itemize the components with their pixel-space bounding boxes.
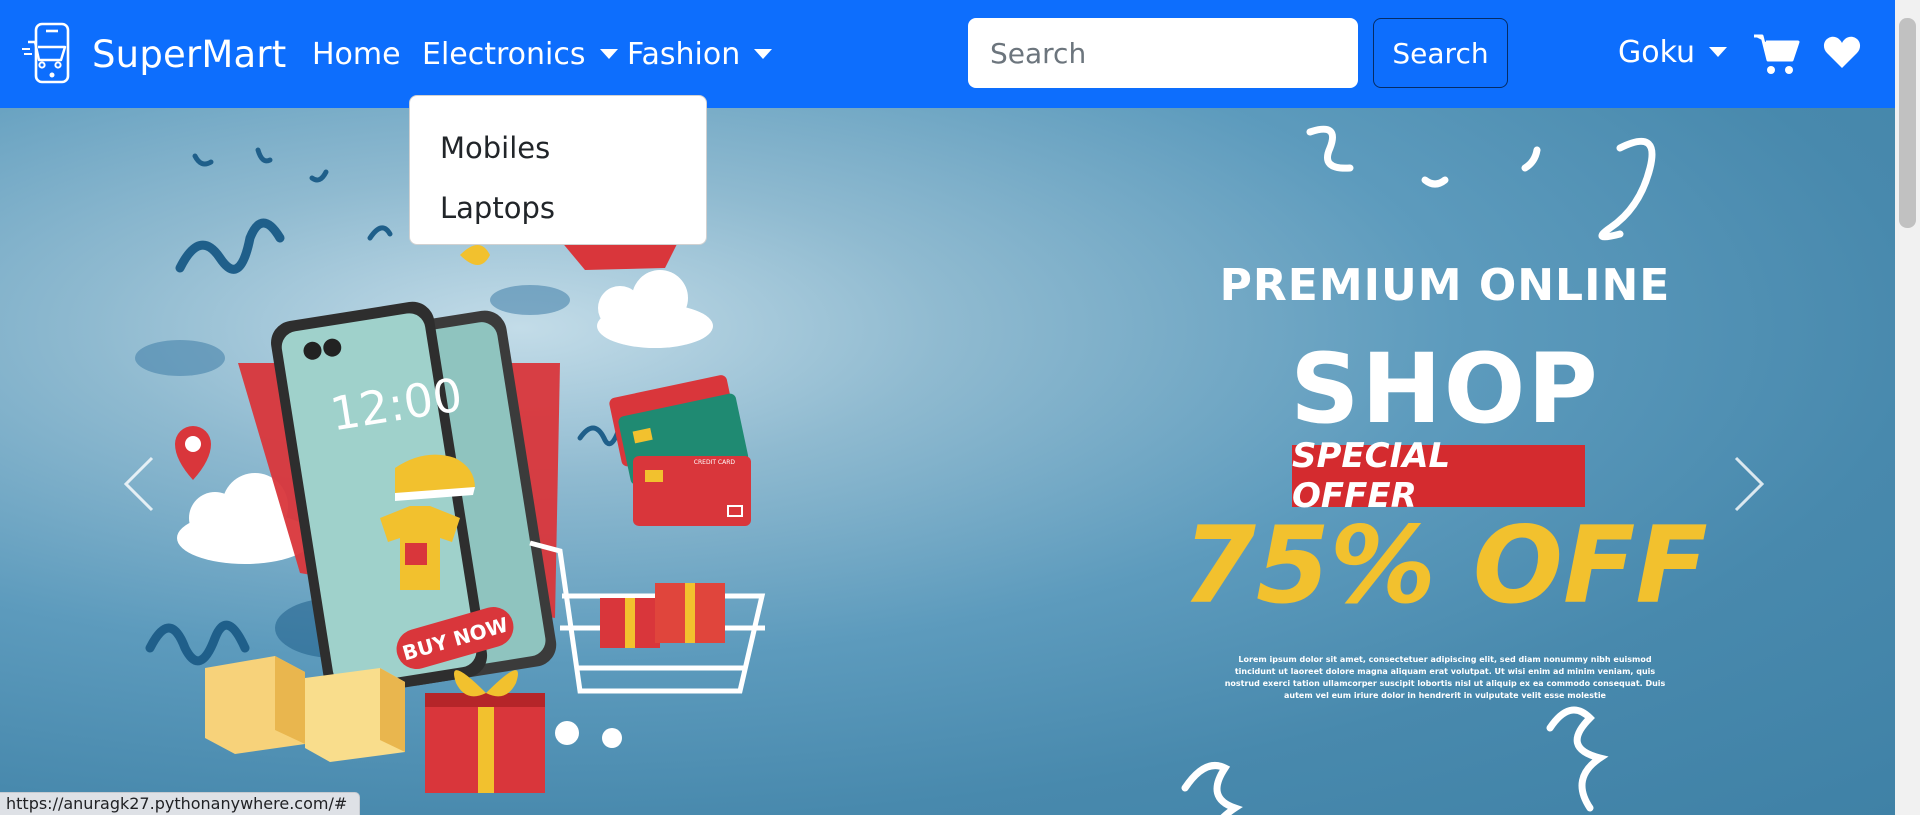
shopping-illustration: 12:00 BUY NOW CREDIT CARD — [123, 125, 1765, 815]
caret-down-icon — [1709, 47, 1728, 57]
nav-fashion-dropdown[interactable]: Fashion — [627, 34, 773, 74]
user-menu-dropdown[interactable]: Goku — [1618, 32, 1728, 72]
carousel-previous-button[interactable] — [122, 438, 164, 508]
promo-badge: SPECIAL OFFER — [1292, 436, 1585, 516]
nav-fashion-label: Fashion — [627, 36, 741, 72]
dropdown-item-label: Mobiles — [440, 131, 551, 165]
caret-down-icon — [754, 49, 773, 59]
cart-icon[interactable] — [1752, 30, 1800, 78]
navbar: SuperMart Home Electronics Fashion Searc… — [0, 0, 1895, 108]
electronics-dropdown-menu: Mobiles Laptops — [409, 95, 707, 245]
page: SuperMart Home Electronics Fashion Searc… — [0, 0, 1920, 815]
dropdown-item-laptops[interactable]: Laptops — [410, 178, 706, 238]
user-name: Goku — [1618, 34, 1696, 70]
heart-icon[interactable] — [1823, 34, 1861, 70]
promo-title: SHOP — [1290, 333, 1600, 445]
shopping-phone-logo-icon — [22, 22, 70, 84]
scrollbar-thumb[interactable] — [1899, 18, 1916, 228]
brand-name: SuperMart — [92, 32, 287, 76]
nav-home[interactable]: Home — [312, 34, 401, 74]
search-input[interactable] — [968, 18, 1358, 88]
dropdown-item-label: Laptops — [440, 191, 555, 225]
nav-electronics-label: Electronics — [422, 36, 586, 72]
promo-discount: 75% OFF — [1182, 504, 1708, 627]
dropdown-item-mobiles[interactable]: Mobiles — [410, 118, 706, 178]
search-button[interactable]: Search — [1373, 18, 1508, 88]
nav-electronics-dropdown[interactable]: Electronics — [422, 34, 618, 74]
status-bar-url: https://anuragk27.pythonanywhere.com/# — [0, 792, 361, 815]
caret-down-icon — [599, 49, 618, 59]
page-scrollbar[interactable] — [1895, 0, 1920, 815]
nav-home-label: Home — [312, 36, 401, 72]
carousel-next-button[interactable] — [1732, 438, 1774, 508]
promo-kicker: PREMIUM ONLINE — [1219, 260, 1671, 311]
credit-card-label: CREDIT CARD — [694, 459, 736, 466]
hero-carousel: 12:00 BUY NOW CREDIT CARD PREMIUM ONLINE… — [0, 108, 1895, 815]
promo-fineprint: Lorem ipsum dolor sit amet, consectetuer… — [1224, 655, 1666, 700]
brand-link[interactable]: SuperMart — [22, 22, 287, 86]
